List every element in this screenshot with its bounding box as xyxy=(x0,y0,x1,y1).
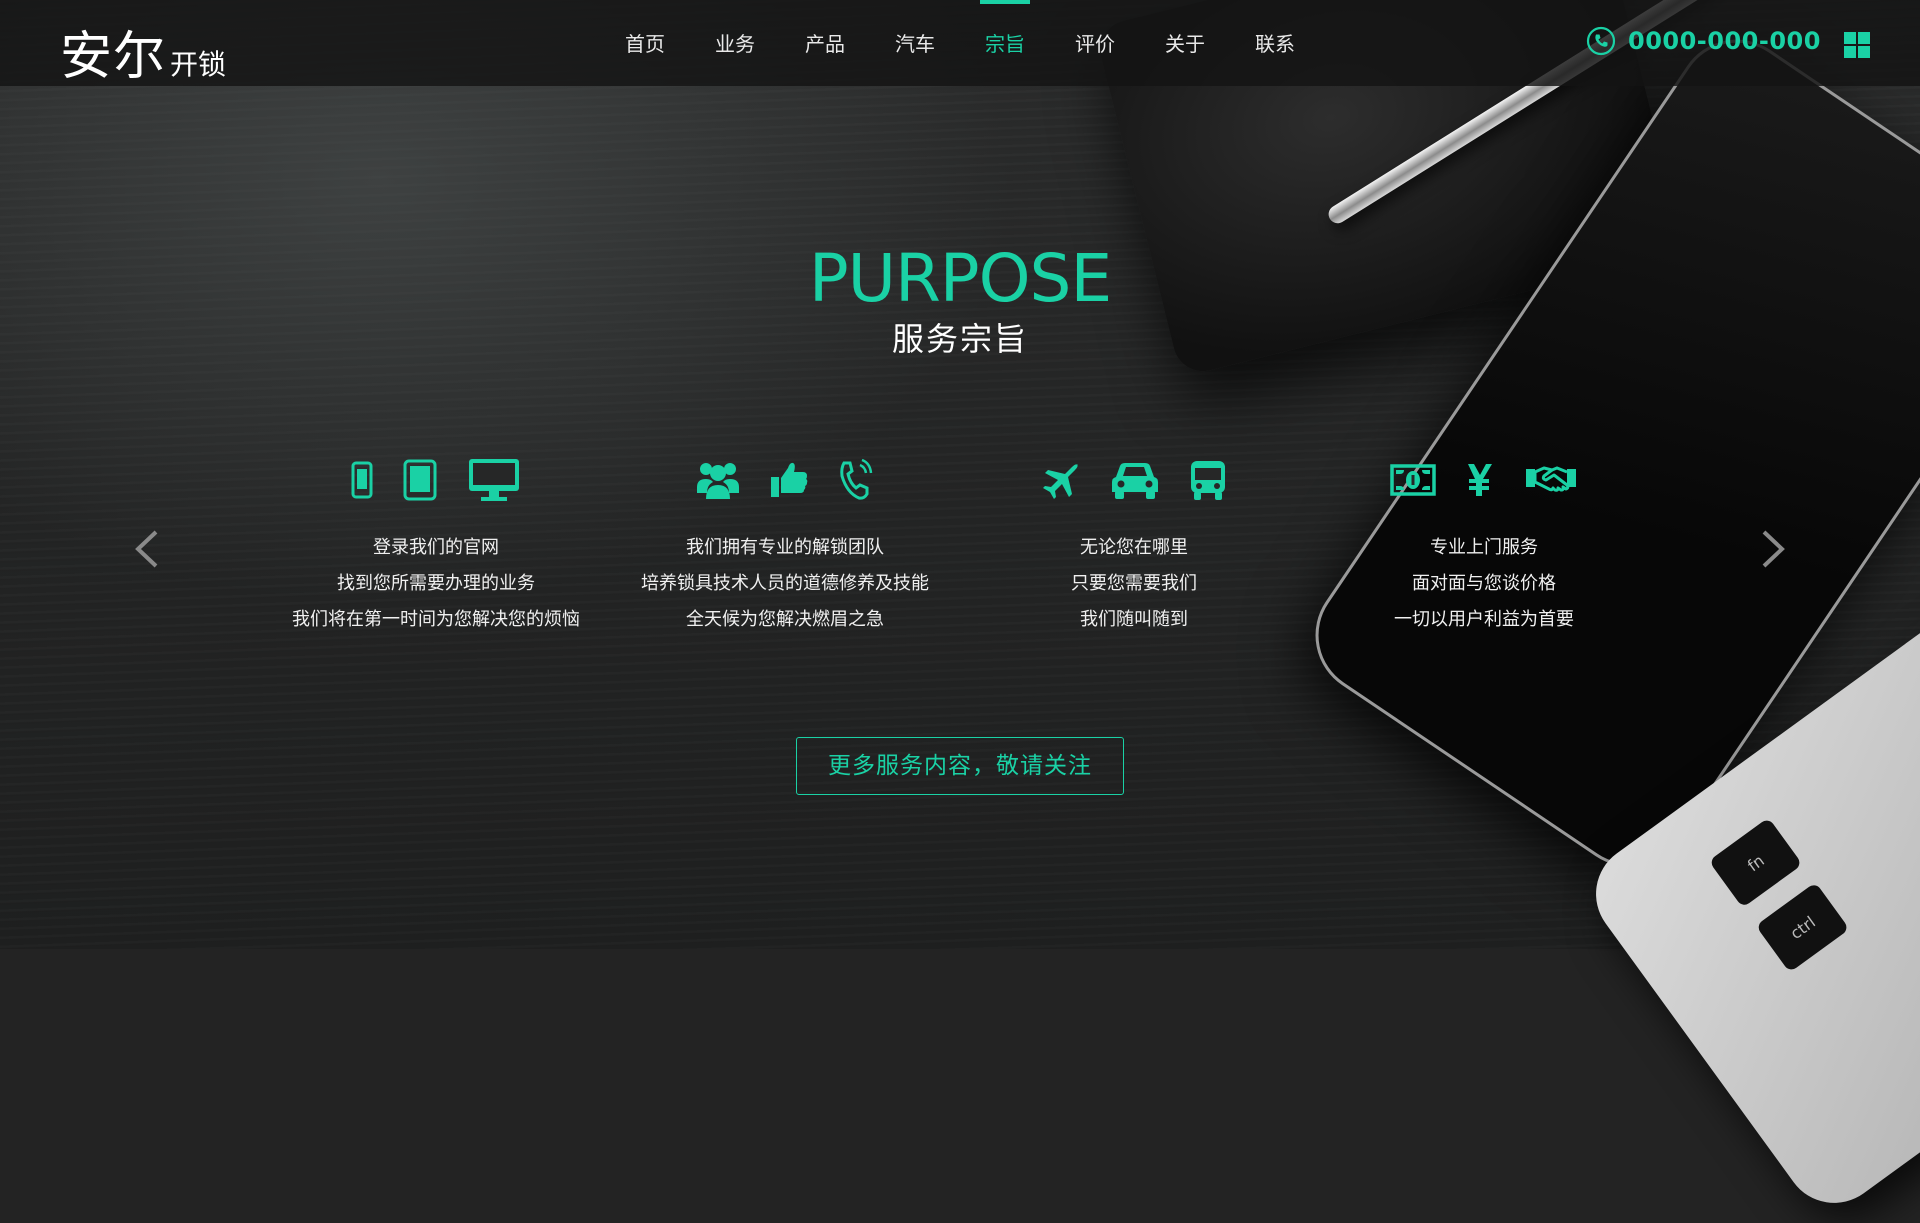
column-line: 我们随叫随到 xyxy=(1080,609,1188,630)
column-line: 我们拥有专业的解锁团队 xyxy=(686,537,884,558)
nav-item-reviews[interactable]: 评价 xyxy=(1050,0,1140,86)
phone-number: 0000-000-000 xyxy=(1628,27,1821,55)
plane-icon xyxy=(1043,464,1078,499)
phone-contact[interactable]: 0000-000-000 xyxy=(1586,26,1821,56)
column-line: 登录我们的官网 xyxy=(373,537,499,558)
column-text: 我们拥有专业的解锁团队 培养锁具技术人员的道德修养及技能 全天候为您解决燃眉之急 xyxy=(625,530,945,638)
column-line: 我们将在第一时间为您解决您的烦恼 xyxy=(292,609,580,630)
purpose-column-online: 登录我们的官网 找到您所需要办理的业务 我们将在第一时间为您解决您的烦恼 xyxy=(276,450,596,638)
column-text: 登录我们的官网 找到您所需要办理的业务 我们将在第一时间为您解决您的烦恼 xyxy=(276,530,596,638)
column-icons xyxy=(625,450,945,510)
brand-name-main: 安尔 xyxy=(60,27,167,87)
column-line: 培养锁具技术人员的道德修养及技能 xyxy=(641,573,929,594)
nav-item-cars[interactable]: 汽车 xyxy=(870,0,960,86)
laptop-key-fn: fn xyxy=(1708,817,1803,908)
thumbs-up-icon xyxy=(771,462,808,497)
handshake-icon xyxy=(1526,466,1576,492)
phone-circle-icon xyxy=(1586,26,1616,56)
nav-item-about[interactable]: 关于 xyxy=(1140,0,1230,86)
column-icons xyxy=(974,450,1294,510)
users-group-icon xyxy=(697,463,739,499)
section-title: PURPOSE xyxy=(808,240,1112,317)
purpose-column-team: 我们拥有专业的解锁团队 培养锁具技术人员的道德修养及技能 全天候为您解决燃眉之急 xyxy=(625,450,945,638)
phone-volume-icon xyxy=(840,459,873,500)
more-services-button[interactable]: 更多服务内容，敬请关注 xyxy=(796,737,1124,795)
purpose-column-onsite: 专业上门服务 面对面与您谈价格 一切以用户利益为首要 xyxy=(1324,450,1644,638)
mobile-phone-icon xyxy=(351,461,373,499)
money-bill-icon xyxy=(1390,464,1436,496)
brand-name-sub: 开锁 xyxy=(170,48,227,81)
column-text: 无论您在哪里 只要您需要我们 我们随叫随到 xyxy=(974,530,1294,638)
bus-icon xyxy=(1191,461,1225,500)
column-line: 专业上门服务 xyxy=(1430,537,1538,558)
column-icons xyxy=(1324,450,1644,510)
nav-item-contact[interactable]: 联系 xyxy=(1230,0,1320,86)
column-line: 全天候为您解决燃眉之急 xyxy=(686,609,884,630)
yen-icon xyxy=(1468,464,1492,496)
tablet-icon xyxy=(403,459,437,501)
chevron-left-icon[interactable] xyxy=(130,528,164,570)
chevron-right-icon[interactable] xyxy=(1756,528,1790,570)
column-line: 找到您所需要办理的业务 xyxy=(337,573,535,594)
car-icon xyxy=(1112,463,1158,499)
nav-item-products[interactable]: 产品 xyxy=(780,0,870,86)
nav-item-home[interactable]: 首页 xyxy=(600,0,690,86)
brand-logo[interactable]: 安尔 开锁 xyxy=(60,14,226,89)
column-icons xyxy=(276,450,596,510)
column-line: 一切以用户利益为首要 xyxy=(1394,609,1574,630)
nav-item-purpose[interactable]: 宗旨 xyxy=(960,0,1050,86)
column-line: 面对面与您谈价格 xyxy=(1412,573,1556,594)
section-subtitle: 服务宗旨 xyxy=(891,320,1028,358)
nav-item-business[interactable]: 业务 xyxy=(690,0,780,86)
top-header: 安尔 开锁 首页 业务 产品 汽车 宗旨 评价 关于 联系 0000-000-00… xyxy=(0,0,1920,89)
column-line: 无论您在哪里 xyxy=(1080,537,1188,558)
laptop-key-ctrl: ctrl xyxy=(1755,882,1850,973)
purpose-column-anywhere: 无论您在哪里 只要您需要我们 我们随叫随到 xyxy=(974,450,1294,638)
main-nav: 首页 业务 产品 汽车 宗旨 评价 关于 联系 xyxy=(600,0,1320,86)
grid-menu-icon[interactable] xyxy=(1844,32,1870,58)
desktop-icon xyxy=(469,459,519,501)
column-text: 专业上门服务 面对面与您谈价格 一切以用户利益为首要 xyxy=(1324,530,1644,638)
column-line: 只要您需要我们 xyxy=(1071,573,1197,594)
